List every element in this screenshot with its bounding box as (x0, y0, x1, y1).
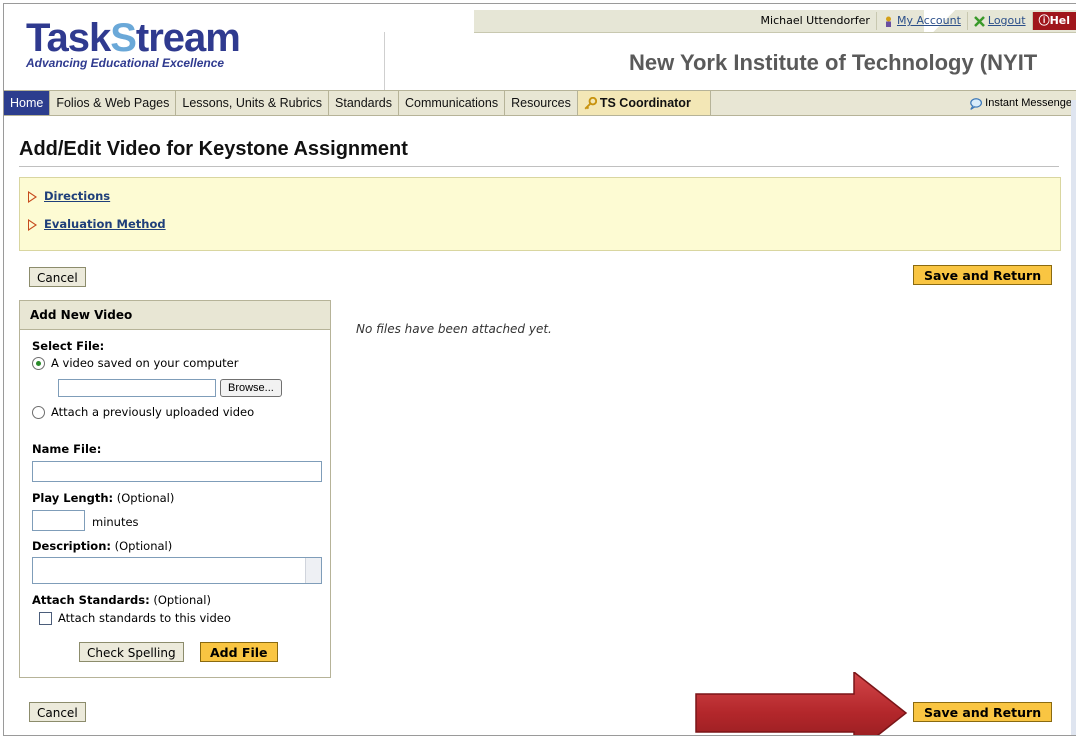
tab-standards[interactable]: Standards (329, 91, 399, 115)
description-label: Description: (Optional) (32, 539, 173, 553)
minutes-label: minutes (92, 515, 139, 529)
radio-computer[interactable] (32, 357, 45, 370)
expand-triangle-icon (28, 218, 37, 231)
logo-tream: tream (135, 16, 241, 60)
institution-name: New York Institute of Technology (NYIT (629, 50, 1038, 75)
user-name: Michael Uttendorfer (755, 12, 877, 30)
main-nav: Home Folios & Web Pages Lessons, Units &… (4, 90, 1076, 116)
radio-computer-option[interactable]: A video saved on your computer (32, 356, 238, 370)
tab-ts-coordinator[interactable]: TS Coordinator (577, 91, 711, 115)
radio-previous[interactable] (32, 406, 45, 419)
check-spelling-button[interactable]: Check Spelling (79, 642, 184, 662)
tab-home[interactable]: Home (4, 91, 51, 115)
save-return-button-top[interactable]: Save and Return (913, 265, 1053, 285)
evaluation-item[interactable]: Evaluation Method (28, 217, 166, 231)
chat-bubble-icon (970, 97, 983, 110)
evaluation-method-link[interactable]: Evaluation Method (44, 217, 166, 231)
taskstream-logo[interactable]: TaskStream Advancing Educational Excelle… (26, 16, 241, 70)
instructions-box: Directions Evaluation Method (19, 177, 1061, 251)
logo-tagline: Advancing Educational Excellence (26, 56, 225, 70)
help-link[interactable]: ⓘHel (1032, 12, 1076, 30)
instant-messenger-label: Instant Messenge (985, 97, 1072, 109)
window-scrollbar[interactable] (1071, 100, 1076, 735)
play-length-input[interactable] (32, 510, 85, 531)
browse-button[interactable]: Browse... (220, 379, 282, 397)
directions-link[interactable]: Directions (44, 189, 110, 203)
cancel-button-bottom[interactable]: Cancel (29, 702, 86, 722)
directions-item[interactable]: Directions (28, 189, 110, 203)
logout-link[interactable]: Logout (988, 14, 1026, 27)
page-title: Add/Edit Video for Keystone Assignment (19, 138, 408, 160)
textarea-scrollbar[interactable] (305, 558, 321, 583)
key-icon (584, 97, 597, 110)
add-file-button[interactable]: Add File (200, 642, 278, 662)
my-account-link[interactable]: My Account (897, 14, 961, 27)
attach-standards-option[interactable]: Attach standards to this video (39, 611, 231, 625)
radio-previous-label: Attach a previously uploaded video (51, 405, 255, 419)
tab-communications[interactable]: Communications (399, 91, 506, 115)
ts-coordinator-label: TS Coordinator (599, 96, 691, 110)
file-path-input[interactable] (58, 379, 216, 397)
save-return-button-bottom[interactable]: Save and Return (913, 702, 1053, 722)
tab-folios[interactable]: Folios & Web Pages (50, 91, 177, 115)
title-divider (19, 166, 1059, 167)
no-files-message: No files have been attached yet. (356, 322, 552, 336)
user-links: Michael Uttendorfer My Account Logout ⓘH… (755, 11, 1076, 31)
select-file-label: Select File: (32, 339, 105, 353)
name-file-label: Name File: (32, 442, 102, 456)
help-label: Hel (1049, 14, 1070, 27)
expand-triangle-icon (28, 190, 37, 203)
logo-task: Task (26, 16, 111, 60)
description-textarea[interactable] (32, 557, 322, 584)
radio-previous-option[interactable]: Attach a previously uploaded video (32, 405, 254, 419)
panel-title: Add New Video (20, 301, 330, 330)
add-new-video-panel: Add New Video Select File: A video saved… (19, 300, 331, 678)
attach-standards-label: Attach Standards: (Optional) (32, 593, 211, 607)
radio-computer-label: A video saved on your computer (51, 356, 239, 370)
name-file-input[interactable] (32, 461, 322, 482)
attach-standards-checkbox[interactable] (39, 612, 52, 625)
logout-link-wrap: Logout (968, 12, 1033, 30)
cancel-button-top[interactable]: Cancel (29, 267, 86, 287)
logo-s: S (110, 16, 137, 60)
header-divider (384, 32, 385, 90)
tab-lessons[interactable]: Lessons, Units & Rubrics (176, 91, 330, 115)
tab-resources[interactable]: Resources (505, 91, 578, 115)
person-icon (885, 16, 891, 27)
play-length-label: Play Length: (Optional) (32, 491, 175, 505)
browser-frame: Michael Uttendorfer My Account Logout ⓘH… (3, 3, 1076, 736)
callout-arrow-icon (695, 672, 908, 735)
my-account-link-wrap: My Account (877, 12, 968, 30)
attach-standards-checkbox-label: Attach standards to this video (58, 611, 231, 625)
logout-x-icon (974, 15, 985, 27)
instant-messenger[interactable]: Instant Messenge (969, 91, 1076, 115)
